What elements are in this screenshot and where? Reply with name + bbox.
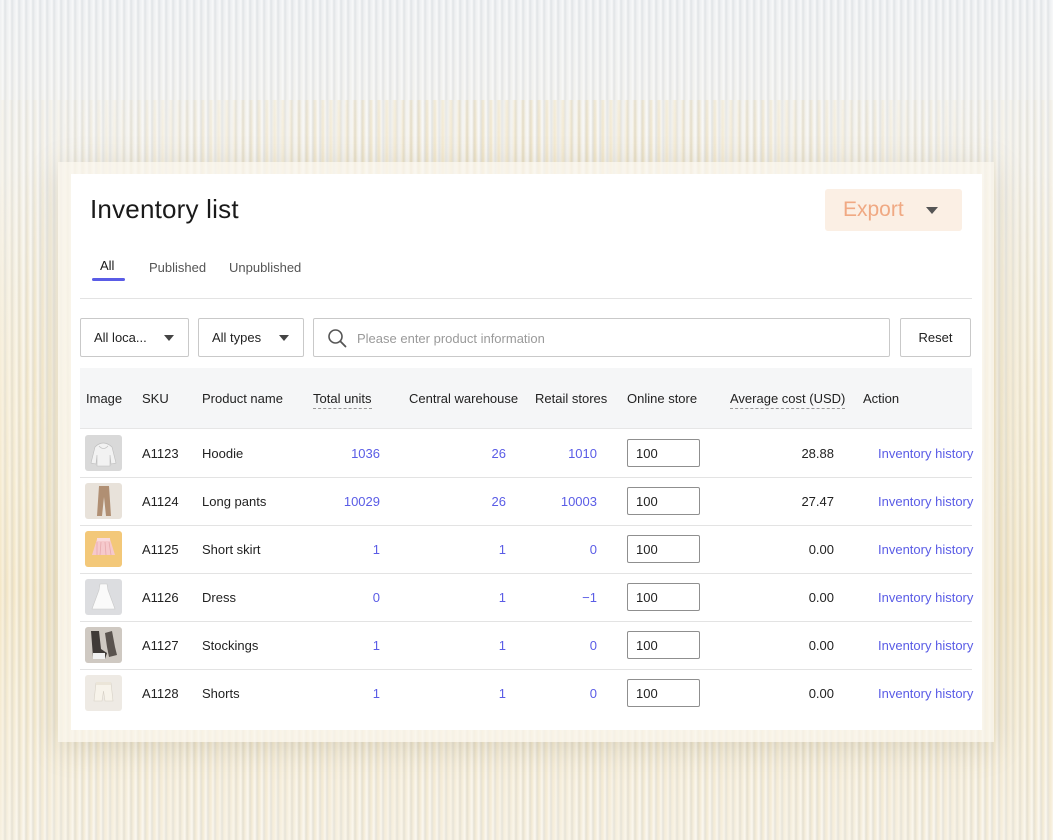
location-select[interactable]: All loca... — [80, 318, 189, 357]
column-header-total-units[interactable]: Total units — [313, 391, 372, 409]
reset-button[interactable]: Reset — [900, 318, 971, 357]
hoodie-image — [85, 435, 122, 471]
long-pants-image — [85, 483, 122, 519]
column-header-product-name: Product name — [202, 391, 283, 406]
central-warehouse-link[interactable]: 1 — [425, 686, 506, 701]
table-header: Image SKU Product name Total units Centr… — [80, 368, 972, 429]
product-name-cell: Short skirt — [202, 542, 261, 557]
search-field — [313, 318, 890, 357]
central-warehouse-link[interactable]: 1 — [425, 590, 506, 605]
type-select[interactable]: All types — [198, 318, 304, 357]
total-units-link[interactable]: 1 — [310, 686, 380, 701]
product-name-cell: Shorts — [202, 686, 240, 701]
chevron-down-icon — [164, 335, 174, 341]
inventory-history-link[interactable]: Inventory history — [878, 542, 973, 557]
search-input[interactable] — [355, 327, 879, 349]
column-header-action: Action — [863, 391, 900, 406]
retail-stores-link[interactable]: 10003 — [530, 494, 597, 509]
sku-cell: A1127 — [142, 638, 179, 653]
central-warehouse-link[interactable]: 1 — [425, 638, 506, 653]
chevron-down-icon — [279, 335, 289, 341]
product-name-cell: Dress — [202, 590, 236, 605]
location-select-value: All loca... — [94, 330, 147, 345]
average-cost-cell: 27.47 — [801, 494, 834, 509]
column-header-sku: SKU — [142, 391, 169, 406]
average-cost-cell: 0.00 — [808, 638, 834, 653]
central-warehouse-link[interactable]: 26 — [425, 446, 506, 461]
inventory-history-link[interactable]: Inventory history — [878, 686, 973, 701]
retail-stores-link[interactable]: 0 — [530, 542, 597, 557]
column-header-retail-stores: Retail stores — [535, 391, 608, 406]
dress-image — [85, 579, 122, 615]
column-header-online-store: Online store — [627, 391, 698, 406]
table-row: A1128 Shorts 1 1 0 0.00 Inventory history — [80, 669, 973, 717]
divider — [80, 298, 972, 299]
export-button-label: Export — [843, 198, 904, 221]
total-units-link[interactable]: 0 — [310, 590, 380, 605]
total-units-link[interactable]: 1036 — [310, 446, 380, 461]
retail-stores-link[interactable]: 0 — [530, 686, 597, 701]
sku-cell: A1126 — [142, 590, 179, 605]
online-store-stock-input[interactable] — [627, 535, 700, 563]
total-units-link[interactable]: 1 — [310, 542, 380, 557]
page-title: Inventory list — [90, 194, 239, 224]
chevron-down-icon — [926, 207, 938, 214]
active-tab-indicator — [92, 278, 125, 281]
central-warehouse-link[interactable]: 1 — [425, 542, 506, 557]
column-header-image: Image — [86, 391, 123, 406]
inventory-panel: Inventory list Export All Published Unpu… — [71, 174, 982, 730]
retail-stores-link[interactable]: 1010 — [530, 446, 597, 461]
tab-unpublished[interactable]: Unpublished — [229, 260, 301, 275]
product-name-cell: Long pants — [202, 494, 267, 509]
export-button[interactable]: Export — [825, 189, 962, 231]
online-store-stock-input[interactable] — [627, 631, 700, 659]
sku-cell: A1128 — [142, 686, 179, 701]
sku-cell: A1123 — [142, 446, 179, 461]
table-row: A1125 Short skirt 1 1 0 0.00 Inventory history — [80, 525, 973, 574]
retail-stores-link[interactable]: −1 — [530, 590, 597, 605]
search-icon — [328, 329, 347, 348]
product-name-cell: Stockings — [202, 638, 259, 653]
online-store-stock-input[interactable] — [627, 487, 700, 515]
average-cost-cell: 0.00 — [808, 590, 834, 605]
inventory-history-link[interactable]: Inventory history — [878, 638, 973, 653]
table-row: A1126 Dress 0 1 −1 0.00 Inventory history — [80, 573, 973, 622]
inventory-history-link[interactable]: Inventory history — [878, 446, 973, 461]
product-name-cell: Hoodie — [202, 446, 244, 461]
short-skirt-image — [85, 531, 122, 567]
inventory-history-link[interactable]: Inventory history — [878, 494, 973, 509]
retail-stores-link[interactable]: 0 — [530, 638, 597, 653]
stockings-image — [85, 627, 122, 663]
sku-cell: A1125 — [142, 542, 179, 557]
tab-all[interactable]: All — [100, 258, 114, 273]
online-store-stock-input[interactable] — [627, 583, 700, 611]
table-row: A1127 Stockings 1 1 0 0.00 Inventory history — [80, 621, 973, 670]
total-units-link[interactable]: 10029 — [310, 494, 380, 509]
table-row: A1124 Long pants 10029 26 10003 27.47 Inventor… — [80, 477, 973, 526]
total-units-link[interactable]: 1 — [310, 638, 380, 653]
average-cost-cell: 0.00 — [808, 686, 834, 701]
table-row: A1123 Hoodie 1036 26 1010 28.88 Inventory hist… — [80, 429, 973, 478]
sku-cell: A1124 — [142, 494, 179, 509]
online-store-stock-input[interactable] — [627, 439, 700, 467]
average-cost-cell: 0.00 — [808, 542, 834, 557]
average-cost-cell: 28.88 — [801, 446, 834, 461]
online-store-stock-input[interactable] — [627, 679, 700, 707]
tab-published[interactable]: Published — [149, 260, 206, 275]
column-header-central-warehouse: Central warehouse — [409, 391, 519, 406]
inventory-history-link[interactable]: Inventory history — [878, 590, 973, 605]
type-select-value: All types — [212, 330, 262, 345]
shorts-image — [85, 675, 122, 711]
column-header-average-cost[interactable]: Average cost (USD) — [730, 391, 846, 409]
central-warehouse-link[interactable]: 26 — [425, 494, 506, 509]
